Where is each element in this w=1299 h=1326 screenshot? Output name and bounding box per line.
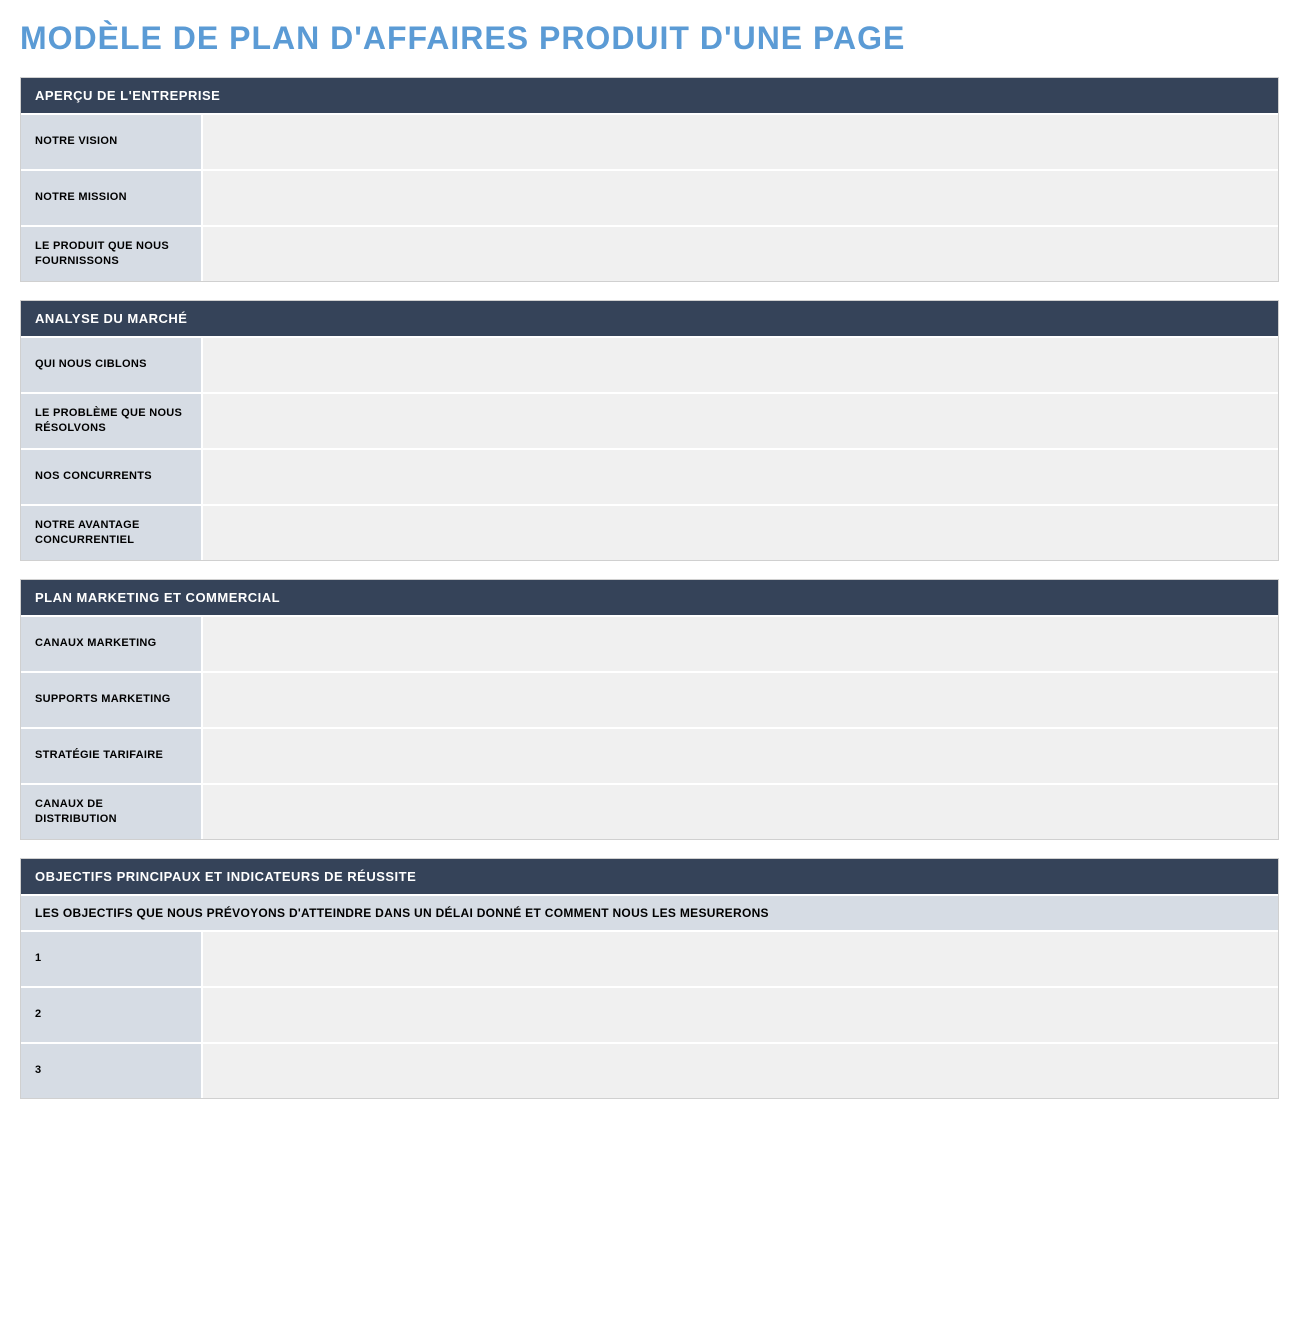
section-overview: APERÇU DE L'ENTREPRISE NOTRE VISION NOTR… [20, 77, 1279, 282]
value-product[interactable] [201, 227, 1278, 281]
value-obj1[interactable] [201, 932, 1278, 986]
value-vision[interactable] [201, 115, 1278, 169]
value-mission[interactable] [201, 171, 1278, 225]
value-channels[interactable] [201, 617, 1278, 671]
label-problem: LE PROBLÈME QUE NOUS RÉSOLVONS [21, 394, 201, 448]
section-marketing: PLAN MARKETING ET COMMERCIAL CANAUX MARK… [20, 579, 1279, 840]
sub-header-objectives: LES OBJECTIFS QUE NOUS PRÉVOYONS D'ATTEI… [21, 894, 1278, 930]
value-pricing[interactable] [201, 729, 1278, 783]
value-problem[interactable] [201, 394, 1278, 448]
page-title: MODÈLE DE PLAN D'AFFAIRES PRODUIT D'UNE … [20, 20, 1279, 57]
label-distribution: CANAUX DE DISTRIBUTION [21, 785, 201, 839]
row-pricing: STRATÉGIE TARIFAIRE [21, 727, 1278, 783]
label-mission: NOTRE MISSION [21, 171, 201, 225]
value-advantage[interactable] [201, 506, 1278, 560]
row-supports: SUPPORTS MARKETING [21, 671, 1278, 727]
label-supports: SUPPORTS MARKETING [21, 673, 201, 727]
row-obj1: 1 [21, 930, 1278, 986]
value-competitors[interactable] [201, 450, 1278, 504]
label-vision: NOTRE VISION [21, 115, 201, 169]
section-header-market: ANALYSE DU MARCHÉ [21, 301, 1278, 336]
label-obj3: 3 [21, 1044, 201, 1098]
row-target: QUI NOUS CIBLONS [21, 336, 1278, 392]
row-obj3: 3 [21, 1042, 1278, 1098]
value-obj2[interactable] [201, 988, 1278, 1042]
row-channels: CANAUX MARKETING [21, 615, 1278, 671]
row-advantage: NOTRE AVANTAGE CONCURRENTIEL [21, 504, 1278, 560]
value-distribution[interactable] [201, 785, 1278, 839]
section-header-marketing: PLAN MARKETING ET COMMERCIAL [21, 580, 1278, 615]
row-obj2: 2 [21, 986, 1278, 1042]
section-header-overview: APERÇU DE L'ENTREPRISE [21, 78, 1278, 113]
label-target: QUI NOUS CIBLONS [21, 338, 201, 392]
section-market: ANALYSE DU MARCHÉ QUI NOUS CIBLONS LE PR… [20, 300, 1279, 561]
row-distribution: CANAUX DE DISTRIBUTION [21, 783, 1278, 839]
row-problem: LE PROBLÈME QUE NOUS RÉSOLVONS [21, 392, 1278, 448]
row-vision: NOTRE VISION [21, 113, 1278, 169]
value-supports[interactable] [201, 673, 1278, 727]
label-obj2: 2 [21, 988, 201, 1042]
section-objectives: OBJECTIFS PRINCIPAUX ET INDICATEURS DE R… [20, 858, 1279, 1099]
label-advantage: NOTRE AVANTAGE CONCURRENTIEL [21, 506, 201, 560]
row-competitors: NOS CONCURRENTS [21, 448, 1278, 504]
label-competitors: NOS CONCURRENTS [21, 450, 201, 504]
label-pricing: STRATÉGIE TARIFAIRE [21, 729, 201, 783]
value-obj3[interactable] [201, 1044, 1278, 1098]
section-header-objectives: OBJECTIFS PRINCIPAUX ET INDICATEURS DE R… [21, 859, 1278, 894]
label-obj1: 1 [21, 932, 201, 986]
value-target[interactable] [201, 338, 1278, 392]
row-product: LE PRODUIT QUE NOUS FOURNISSONS [21, 225, 1278, 281]
row-mission: NOTRE MISSION [21, 169, 1278, 225]
label-channels: CANAUX MARKETING [21, 617, 201, 671]
label-product: LE PRODUIT QUE NOUS FOURNISSONS [21, 227, 201, 281]
